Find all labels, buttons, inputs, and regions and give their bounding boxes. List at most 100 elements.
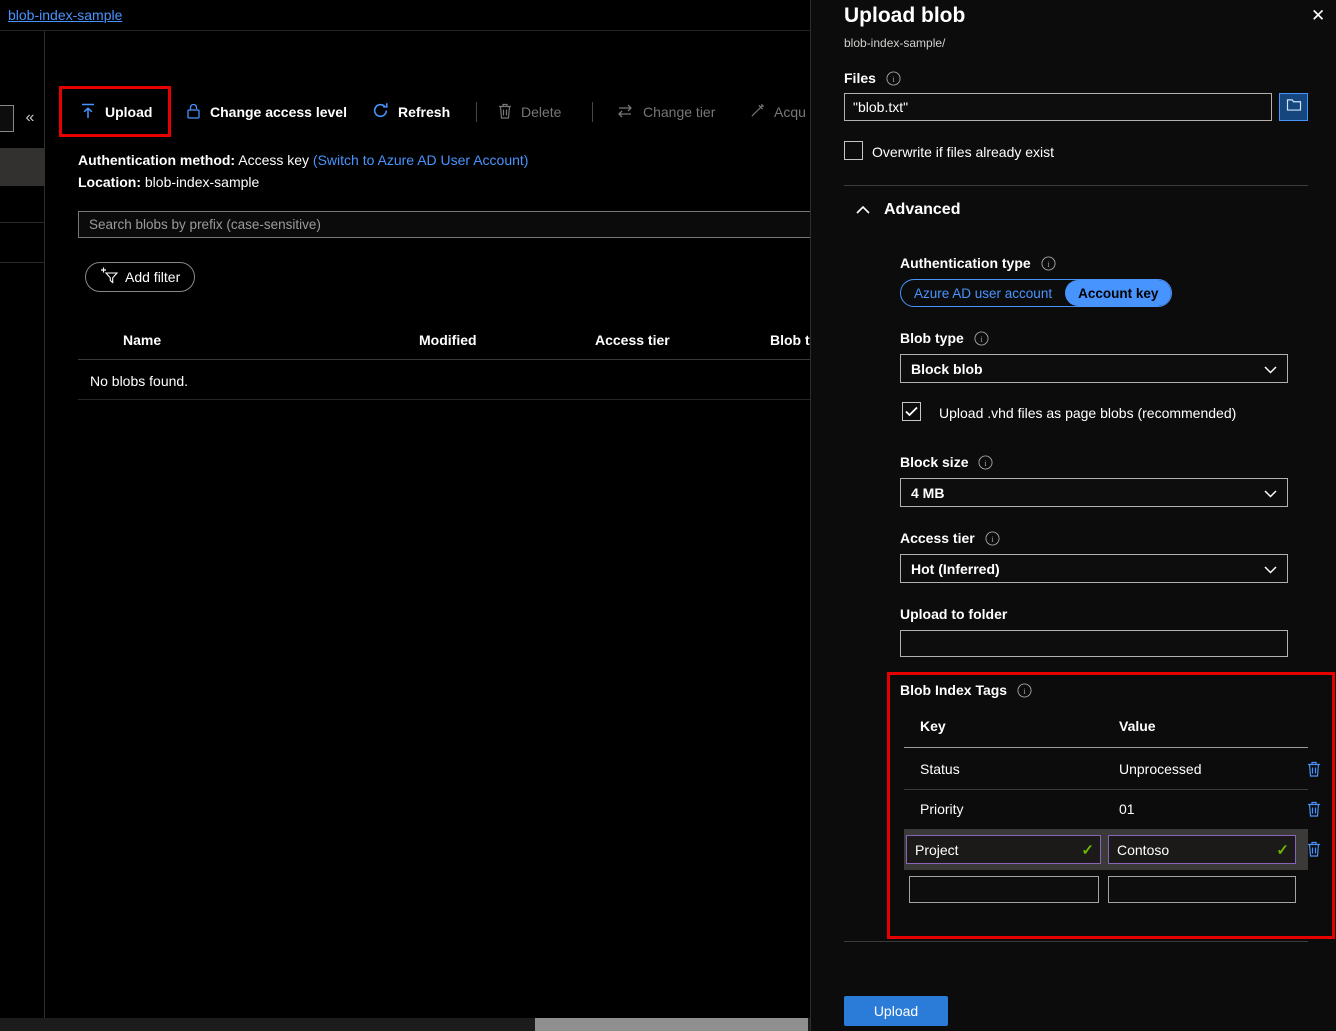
breadcrumb-link[interactable]: blob-index-sample bbox=[8, 7, 122, 23]
top-divider bbox=[0, 30, 810, 31]
svg-text:i: i bbox=[991, 533, 994, 543]
toolbar-separator bbox=[592, 102, 593, 122]
tag-key: Status bbox=[920, 761, 960, 777]
refresh-button[interactable]: Refresh bbox=[372, 97, 450, 127]
block-size-label-row: Block size i bbox=[900, 454, 993, 470]
acquire-lease-label: Acqu bbox=[774, 104, 806, 120]
change-tier-button[interactable]: Change tier bbox=[616, 97, 715, 127]
location-label: Location: bbox=[78, 174, 141, 190]
tag-value: Unprocessed bbox=[1119, 761, 1202, 777]
folder-icon bbox=[1286, 98, 1302, 116]
trash-icon bbox=[498, 103, 512, 122]
advanced-label: Advanced bbox=[884, 201, 960, 219]
info-icon[interactable]: i bbox=[1017, 683, 1032, 698]
acquire-lease-button[interactable]: Acqu bbox=[750, 97, 806, 127]
panel-divider bbox=[844, 941, 1308, 942]
valid-check-icon: ✓ bbox=[1081, 841, 1094, 859]
svg-text:i: i bbox=[980, 333, 983, 343]
delete-tag-icon[interactable] bbox=[1307, 801, 1321, 822]
delete-tag-icon[interactable] bbox=[1307, 761, 1321, 782]
sidebar-divider bbox=[0, 222, 45, 223]
delete-button[interactable]: Delete bbox=[498, 97, 561, 127]
authentication-method-line: Authentication method: Access key (Switc… bbox=[78, 152, 528, 168]
auth-type-label-row: Authentication type i bbox=[900, 255, 1056, 271]
auth-method-value: Access key bbox=[235, 152, 313, 168]
upload-folder-input[interactable] bbox=[900, 630, 1288, 657]
tag-key-input[interactable] bbox=[906, 835, 1101, 864]
new-tag-value-input[interactable] bbox=[1108, 876, 1296, 903]
auth-method-label: Authentication method: bbox=[78, 152, 235, 168]
auth-option-azure-ad[interactable]: Azure AD user account bbox=[901, 280, 1065, 306]
collapse-sidebar-button[interactable]: « bbox=[18, 105, 42, 131]
column-header-blob-type[interactable]: Blob t bbox=[770, 332, 810, 348]
info-icon[interactable]: i bbox=[886, 71, 901, 86]
upload-blob-panel: Upload blob ✕ blob-index-sample/ Files i… bbox=[810, 0, 1336, 1031]
access-tier-label-row: Access tier i bbox=[900, 530, 1000, 546]
auth-type-label: Authentication type bbox=[900, 255, 1031, 271]
panel-subtitle: blob-index-sample/ bbox=[844, 36, 945, 50]
lock-icon bbox=[186, 103, 201, 122]
info-icon[interactable]: i bbox=[974, 331, 989, 346]
block-size-value: 4 MB bbox=[911, 485, 944, 501]
blob-type-dropdown[interactable]: Block blob bbox=[900, 354, 1288, 383]
info-icon[interactable]: i bbox=[978, 455, 993, 470]
acquire-lease-icon bbox=[750, 103, 765, 121]
info-icon[interactable]: i bbox=[985, 531, 1000, 546]
vhd-checkbox[interactable] bbox=[902, 402, 921, 421]
close-icon[interactable]: ✕ bbox=[1311, 6, 1325, 26]
change-access-level-button[interactable]: Change access level bbox=[186, 97, 347, 127]
column-header-modified[interactable]: Modified bbox=[419, 332, 477, 348]
upload-toolbar-button[interactable]: Upload bbox=[80, 97, 152, 127]
panel-title: Upload blob bbox=[844, 4, 965, 28]
change-tier-label: Change tier bbox=[643, 104, 715, 120]
blob-container-view: blob-index-sample « Upload Change access… bbox=[0, 0, 810, 1031]
add-filter-button[interactable]: Add filter bbox=[85, 262, 195, 292]
chevron-down-icon bbox=[1264, 561, 1277, 577]
tags-key-header: Key bbox=[920, 718, 946, 734]
switch-auth-link[interactable]: (Switch to Azure AD User Account) bbox=[313, 152, 529, 168]
browse-files-button[interactable] bbox=[1279, 93, 1308, 121]
valid-check-icon: ✓ bbox=[1276, 841, 1289, 859]
add-filter-label: Add filter bbox=[125, 269, 180, 285]
blob-type-value: Block blob bbox=[911, 361, 983, 377]
add-filter-icon bbox=[100, 267, 118, 287]
files-input[interactable] bbox=[844, 93, 1272, 121]
advanced-section-toggle[interactable]: Advanced bbox=[856, 201, 960, 219]
sidebar-selected-item[interactable] bbox=[0, 148, 45, 186]
change-tier-icon bbox=[616, 104, 634, 121]
svg-text:i: i bbox=[985, 457, 988, 467]
tag-value: 01 bbox=[1119, 801, 1135, 817]
column-header-name[interactable]: Name bbox=[123, 332, 161, 348]
vhd-label: Upload .vhd files as page blobs (recomme… bbox=[939, 405, 1236, 421]
tag-value-input[interactable] bbox=[1108, 835, 1296, 864]
access-tier-dropdown[interactable]: Hot (Inferred) bbox=[900, 554, 1288, 583]
access-tier-value: Hot (Inferred) bbox=[911, 561, 1000, 577]
svg-text:i: i bbox=[1047, 258, 1050, 268]
sidebar-search-input[interactable] bbox=[0, 105, 14, 132]
tags-header-divider bbox=[904, 747, 1308, 748]
block-size-dropdown[interactable]: 4 MB bbox=[900, 478, 1288, 507]
upload-folder-label: Upload to folder bbox=[900, 606, 1007, 622]
auth-option-account-key[interactable]: Account key bbox=[1065, 280, 1171, 306]
tag-value-field-wrap: ✓ bbox=[1108, 835, 1296, 864]
upload-submit-button[interactable]: Upload bbox=[844, 996, 948, 1026]
check-icon bbox=[905, 406, 918, 417]
column-header-access-tier[interactable]: Access tier bbox=[595, 332, 670, 348]
horizontal-scrollbar-thumb[interactable] bbox=[535, 1018, 808, 1031]
empty-table-message: No blobs found. bbox=[90, 373, 188, 389]
search-blobs-input[interactable] bbox=[78, 211, 810, 238]
refresh-label: Refresh bbox=[398, 104, 450, 120]
upload-label: Upload bbox=[105, 104, 152, 120]
chevron-down-icon bbox=[1264, 485, 1277, 501]
info-icon[interactable]: i bbox=[1041, 256, 1056, 271]
upload-icon bbox=[80, 103, 96, 122]
access-tier-label: Access tier bbox=[900, 530, 975, 546]
horizontal-scrollbar-track[interactable] bbox=[0, 1018, 810, 1031]
toolbar-separator bbox=[476, 102, 477, 122]
location-value: blob-index-sample bbox=[141, 174, 259, 190]
delete-tag-icon[interactable] bbox=[1307, 841, 1321, 862]
chevron-down-icon bbox=[1264, 361, 1277, 377]
svg-text:i: i bbox=[1023, 685, 1026, 695]
overwrite-checkbox[interactable] bbox=[844, 141, 863, 160]
new-tag-key-input[interactable] bbox=[909, 876, 1099, 903]
